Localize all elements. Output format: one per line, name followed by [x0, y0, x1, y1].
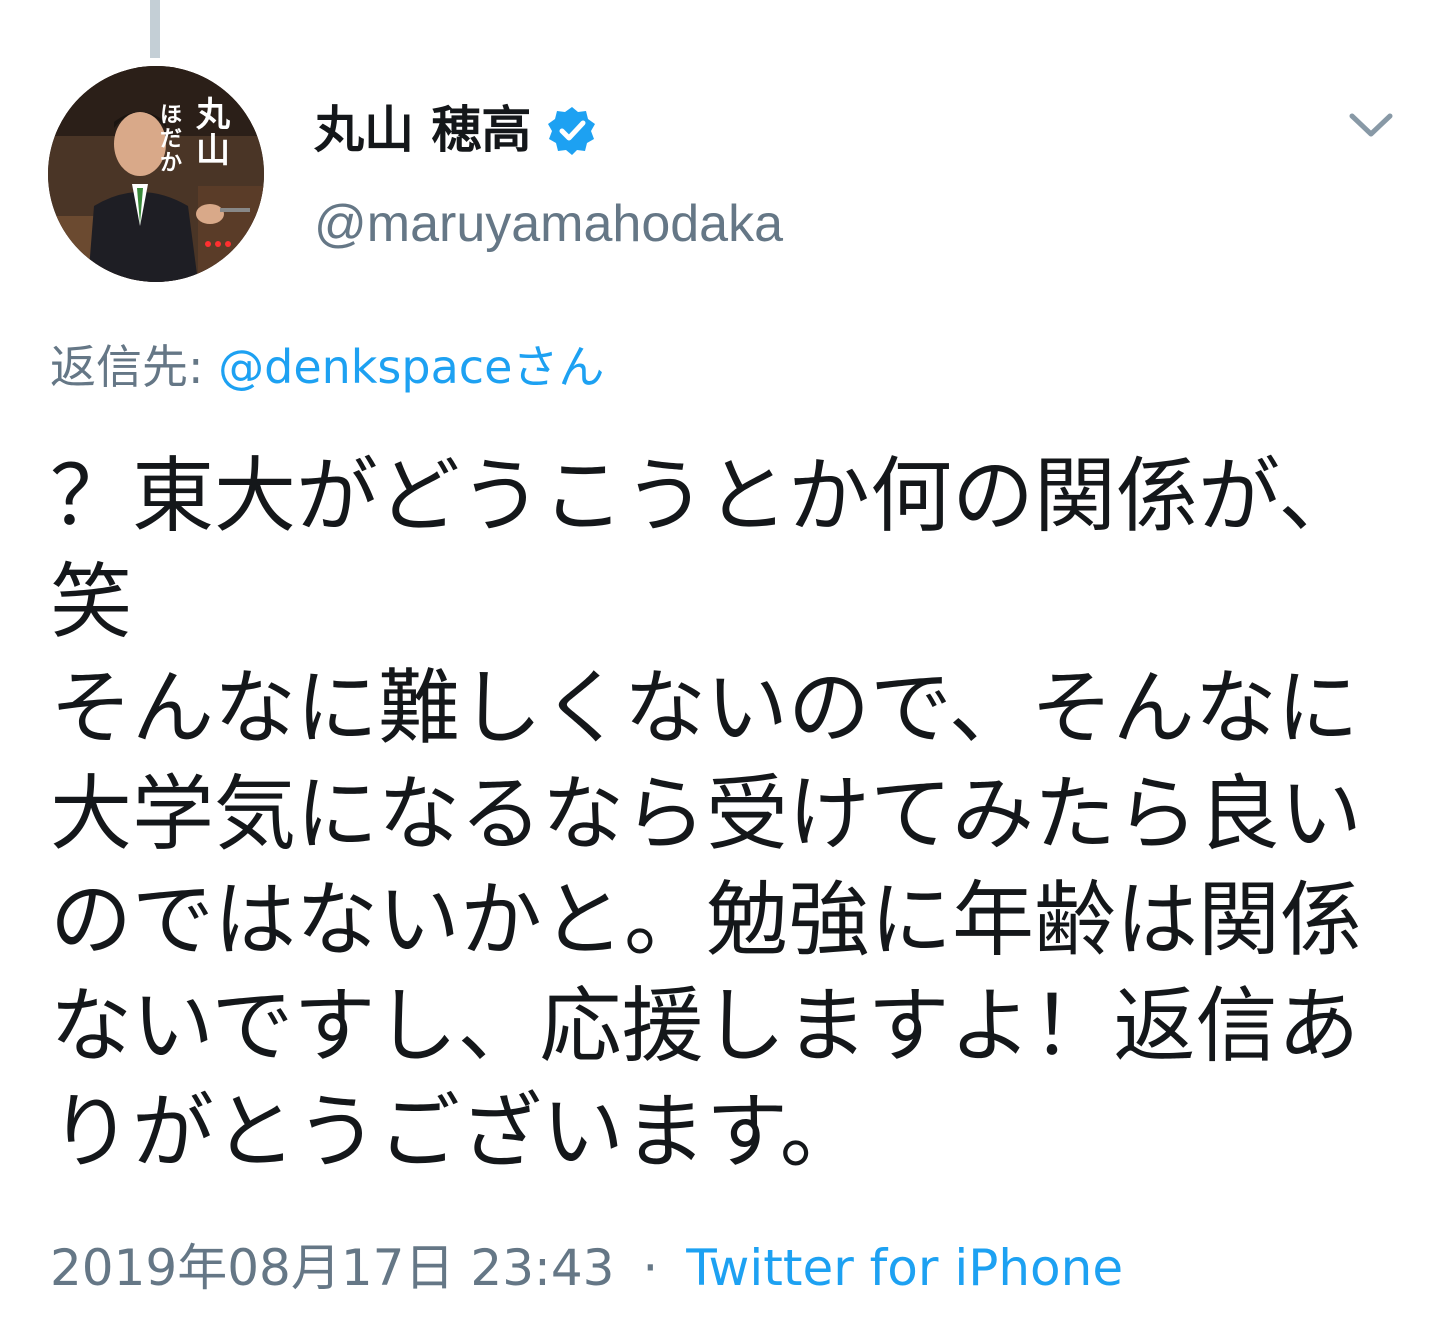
thread-connector-line [150, 0, 160, 58]
reply-to-user-link[interactable]: @denkspaceさん [218, 340, 604, 394]
reply-context: 返信先: @denkspaceさん [50, 340, 604, 395]
chevron-down-icon[interactable] [1346, 106, 1396, 146]
svg-text:だ: だ [160, 127, 182, 152]
svg-text:ほ: ほ [160, 103, 182, 128]
reply-to-label: 返信先: [50, 340, 204, 394]
tweet-source-link[interactable]: Twitter for iPhone [686, 1239, 1123, 1297]
tweet-timestamp[interactable]: 2019年08月17日 23:43 [50, 1239, 614, 1297]
author-display-name[interactable]: 丸山 穂高 [314, 105, 531, 155]
avatar[interactable]: 丸 山 ほ だ か [48, 66, 264, 282]
meta-separator: · [642, 1239, 659, 1297]
avatar-lettering-1: 丸 [195, 95, 230, 135]
avatar-image: 丸 山 ほ だ か [48, 66, 264, 282]
avatar-lettering-2: 山 [196, 131, 230, 171]
author-handle[interactable]: @maruyamahodaka [314, 198, 783, 250]
verified-badge-icon [548, 107, 596, 155]
svg-text:か: か [160, 151, 182, 176]
tweet-text: ？東大がどうこうとか何の関係が、笑 そんなに難しくないので、そんなに大学気になる… [50, 449, 1363, 1180]
tweet-meta: 2019年08月17日 23:43 · Twitter for iPhone [50, 1238, 1123, 1298]
author-name-row[interactable]: 丸山 穂高 [314, 90, 597, 170]
